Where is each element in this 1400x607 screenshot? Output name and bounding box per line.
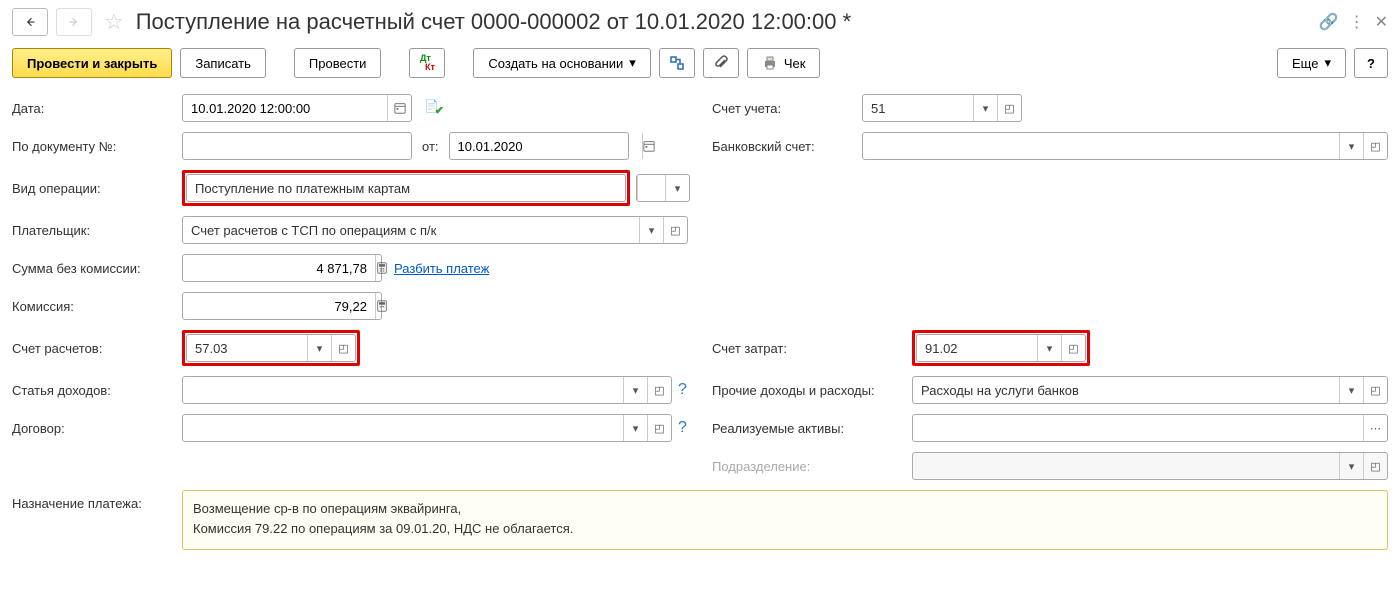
chevron-down-icon: ▾ <box>1324 55 1331 71</box>
link-icon[interactable]: 🔗 <box>1319 12 1339 32</box>
bankacc-label: Банковский счет: <box>712 139 862 154</box>
menu-dots-icon[interactable]: ⋮ <box>1349 12 1365 32</box>
open-icon[interactable]: ◰ <box>331 335 355 361</box>
open-icon[interactable]: ◰ <box>1363 133 1387 159</box>
fee-label: Комиссия: <box>12 299 182 314</box>
printer-icon <box>762 55 778 71</box>
hint-icon[interactable]: ? <box>678 381 687 399</box>
open-icon[interactable]: ◰ <box>1363 453 1387 479</box>
sumnofee-label: Сумма без комиссии: <box>12 261 182 276</box>
docno-input[interactable] <box>183 133 411 159</box>
dropdown-icon[interactable]: ▾ <box>1339 377 1363 403</box>
bankacc-input[interactable] <box>863 133 1339 159</box>
nav-forward-button[interactable] <box>56 8 92 36</box>
dropdown-icon[interactable]: ▾ <box>1339 453 1363 479</box>
purpose-textarea[interactable]: Возмещение ср-в по операциям эквайринга,… <box>182 490 1388 550</box>
more-button[interactable]: Еще ▾ <box>1277 48 1346 78</box>
help-button[interactable]: ? <box>1354 48 1388 78</box>
favorite-icon[interactable]: ☆ <box>104 9 124 35</box>
dropdown-icon[interactable]: ▾ <box>307 335 331 361</box>
chevron-down-icon: ▾ <box>629 55 636 71</box>
fee-input[interactable] <box>183 293 375 319</box>
dropdown-icon[interactable]: ▾ <box>973 95 997 121</box>
page-title: Поступление на расчетный счет 0000-00000… <box>136 9 1311 35</box>
subdiv-input <box>913 453 1339 479</box>
submit-button[interactable]: Провести <box>294 48 382 78</box>
close-icon[interactable]: ✕ <box>1375 12 1388 32</box>
more-icon[interactable]: ⋯ <box>1363 415 1387 441</box>
nav-back-button[interactable] <box>12 8 48 36</box>
calendar-icon[interactable] <box>642 133 655 159</box>
open-icon[interactable]: ◰ <box>647 377 671 403</box>
dropdown-icon[interactable]: ▾ <box>665 175 689 201</box>
costacc-label: Счет затрат: <box>712 341 912 356</box>
calendar-icon[interactable] <box>387 95 411 121</box>
save-button[interactable]: Записать <box>180 48 266 78</box>
docno-label: По документу №: <box>12 139 182 154</box>
structure-button[interactable] <box>659 48 695 78</box>
submit-close-button[interactable]: Провести и закрыть <box>12 48 172 78</box>
contract-input[interactable] <box>187 415 619 441</box>
open-icon[interactable]: ◰ <box>1061 335 1085 361</box>
purpose-label: Назначение платежа: <box>12 490 182 511</box>
otherie-label: Прочие доходы и расходы: <box>712 383 912 398</box>
dropdown-icon[interactable]: ▾ <box>1037 335 1061 361</box>
create-based-button[interactable]: Создать на основании ▾ <box>473 48 650 78</box>
hint-icon[interactable]: ? <box>678 419 687 437</box>
clear-icon[interactable] <box>637 175 665 201</box>
date-input[interactable] <box>183 95 387 121</box>
assets-label: Реализуемые активы: <box>712 421 912 436</box>
open-icon[interactable]: ◰ <box>1363 377 1387 403</box>
dropdown-icon[interactable]: ▾ <box>623 415 647 441</box>
calc-icon[interactable] <box>375 255 388 281</box>
split-payment-link[interactable]: Разбить платеж <box>394 261 489 276</box>
attach-button[interactable] <box>703 48 739 78</box>
open-icon[interactable]: ◰ <box>647 415 671 441</box>
assets-input[interactable] <box>913 415 1363 441</box>
contract-label: Договор: <box>12 421 182 436</box>
dtkt-button[interactable]: ДтКт <box>409 48 445 78</box>
open-icon[interactable]: ◰ <box>997 95 1021 121</box>
status-check-icon <box>424 99 442 118</box>
costacc-input[interactable]: 91.02 <box>917 335 1037 361</box>
from-date-input[interactable] <box>450 133 642 159</box>
sumnofee-input[interactable] <box>183 255 375 281</box>
optype-label: Вид операции: <box>12 181 182 196</box>
dropdown-icon[interactable]: ▾ <box>623 377 647 403</box>
payer-input[interactable]: Счет расчетов с ТСП по операциям с п/к <box>183 217 639 243</box>
incomeitem-input[interactable] <box>183 377 623 403</box>
dropdown-icon[interactable]: ▾ <box>1339 133 1363 159</box>
subdiv-label: Подразделение: <box>712 459 912 474</box>
payer-label: Плательщик: <box>12 223 182 238</box>
check-button[interactable]: Чек <box>747 48 821 78</box>
open-icon[interactable]: ◰ <box>663 217 687 243</box>
acccalc-label: Счет расчетов: <box>12 341 182 356</box>
acccalc-input[interactable]: 57.03 <box>187 335 307 361</box>
optype-input[interactable]: Поступление по платежным картам <box>187 175 625 201</box>
date-label: Дата: <box>12 101 182 116</box>
from-label: от: <box>422 139 439 154</box>
incomeitem-label: Статья доходов: <box>12 383 182 398</box>
account-input[interactable]: 51 <box>863 95 973 121</box>
account-label: Счет учета: <box>712 101 862 116</box>
calc-icon[interactable] <box>375 293 388 319</box>
dropdown-icon[interactable]: ▾ <box>639 217 663 243</box>
otherie-input[interactable]: Расходы на услуги банков <box>913 377 1339 403</box>
